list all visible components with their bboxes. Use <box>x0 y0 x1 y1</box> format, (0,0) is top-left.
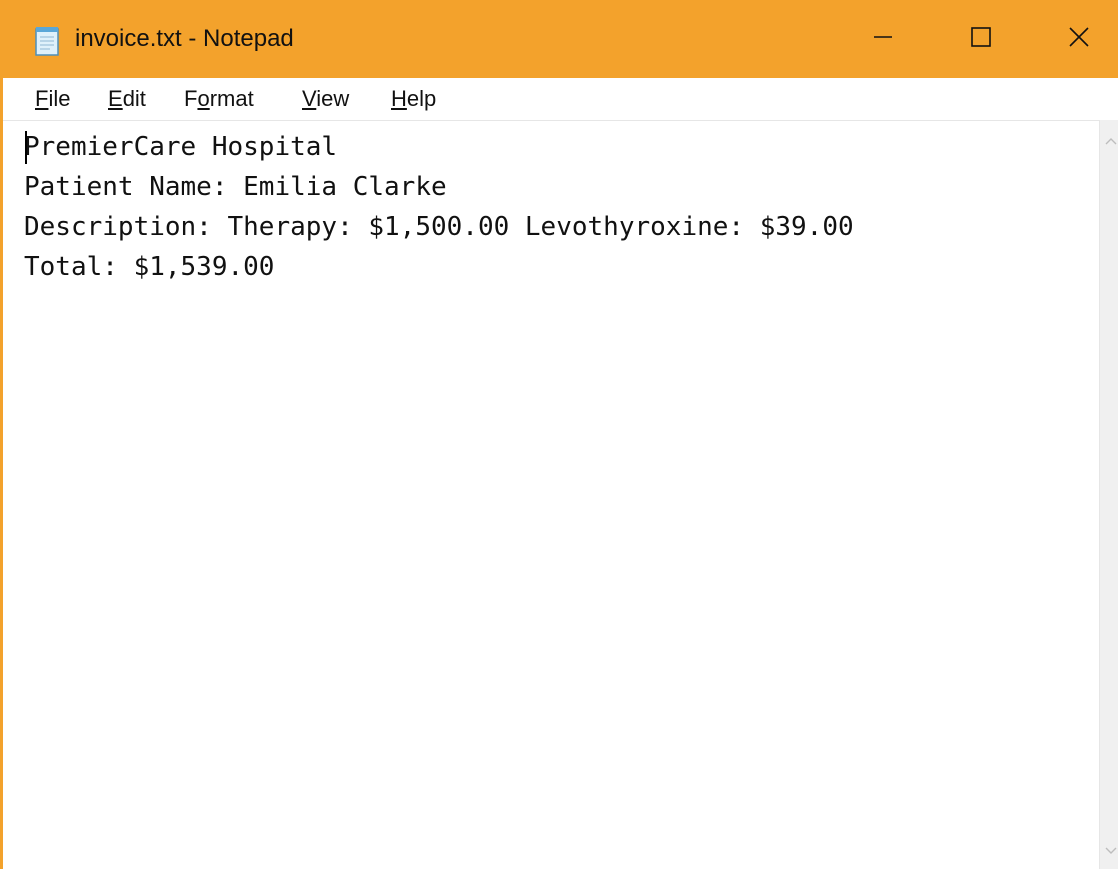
maximize-icon <box>970 26 992 53</box>
menu-bar: File Edit Format View Help <box>3 78 1118 120</box>
close-button[interactable] <box>1033 0 1118 78</box>
title-bar[interactable]: invoice.txt - Notepad <box>3 0 1118 78</box>
scroll-up-arrow-icon[interactable] <box>1104 134 1118 148</box>
menu-help[interactable]: Help <box>389 84 438 114</box>
close-icon <box>1068 26 1090 53</box>
window-title: invoice.txt - Notepad <box>75 25 294 52</box>
text-editor-area[interactable]: PremierCare Hospital Patient Name: Emili… <box>3 120 1099 869</box>
scroll-down-arrow-icon[interactable] <box>1104 844 1118 858</box>
notepad-window: invoice.txt - Notepad File Edit Format V… <box>0 0 1118 869</box>
menu-format[interactable]: Format <box>182 84 256 114</box>
menu-file[interactable]: File <box>33 84 72 114</box>
vertical-scrollbar[interactable] <box>1099 120 1118 869</box>
menu-view[interactable]: View <box>300 84 351 114</box>
menu-edit[interactable]: Edit <box>106 84 148 114</box>
minimize-button[interactable] <box>837 0 929 78</box>
text-caret <box>25 131 27 164</box>
minimize-icon <box>872 26 894 53</box>
notepad-icon <box>34 26 62 56</box>
document-text[interactable]: PremierCare Hospital Patient Name: Emili… <box>24 127 854 287</box>
maximize-button[interactable] <box>935 0 1027 78</box>
